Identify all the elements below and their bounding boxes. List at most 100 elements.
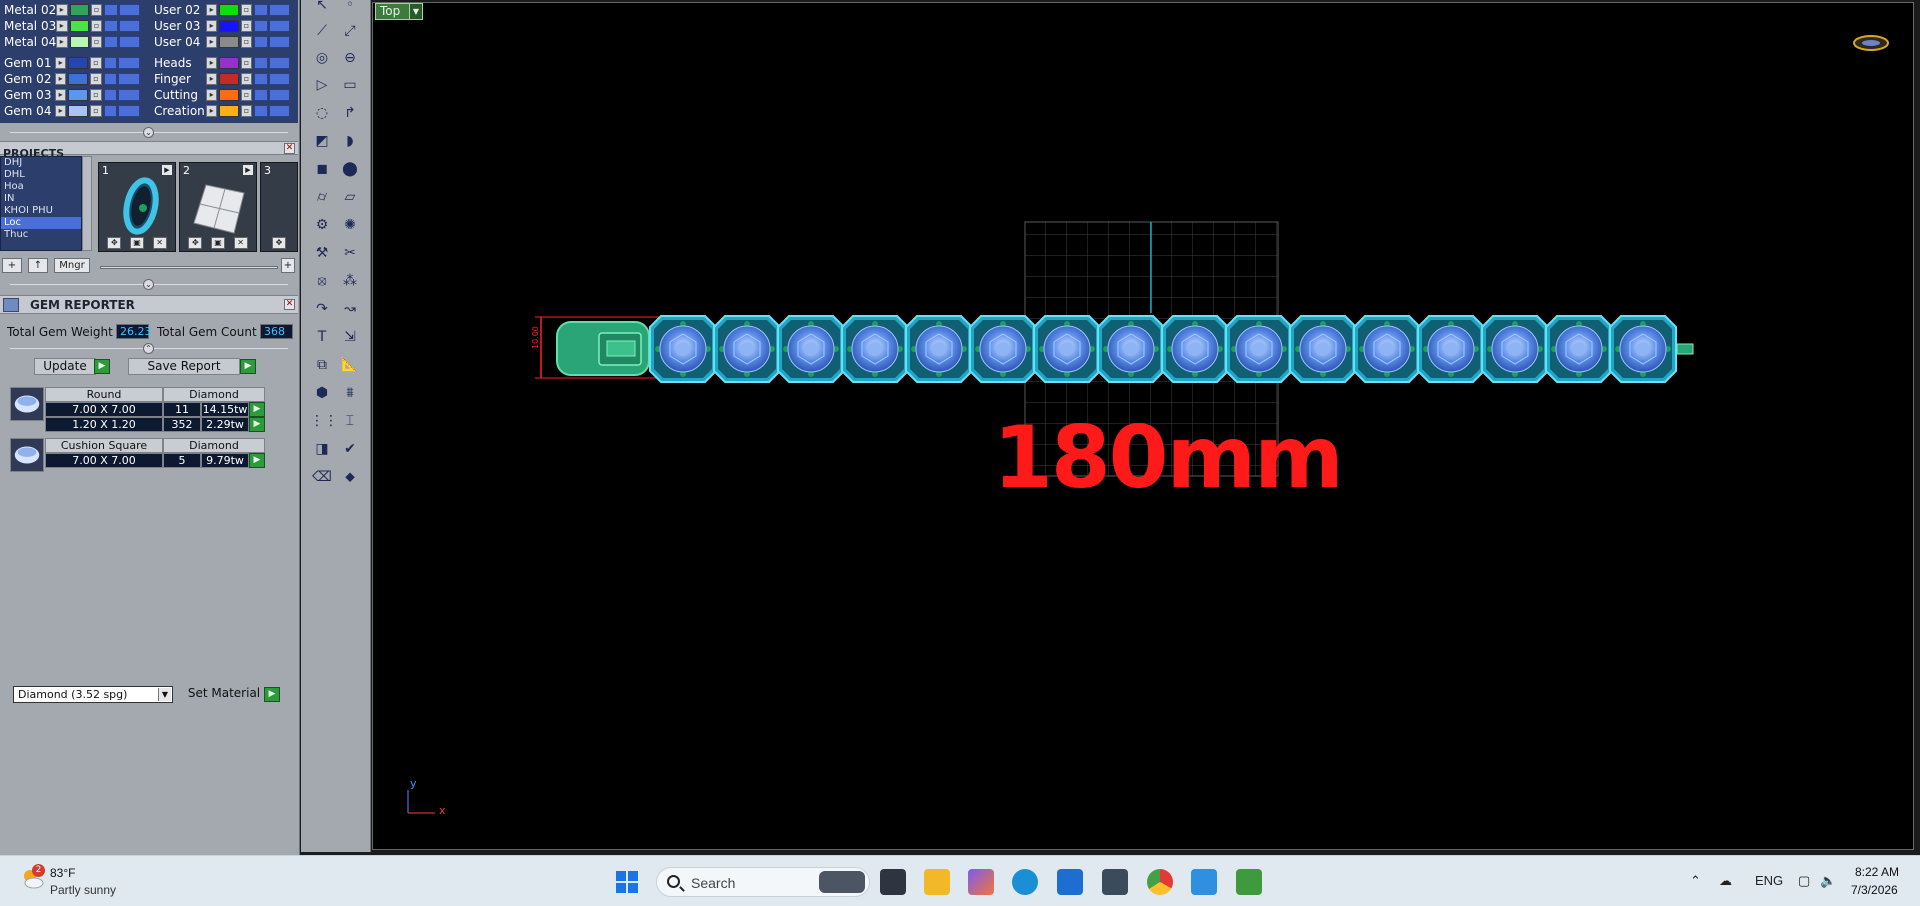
play-icon[interactable]: ▸ — [205, 3, 218, 16]
flow-icon[interactable]: ↝ — [338, 298, 362, 320]
layer-color-swatch[interactable] — [69, 19, 89, 32]
layer-row-gem-02[interactable]: Gem 02 ▸ ▫ — [0, 71, 140, 86]
text-icon[interactable]: T — [310, 326, 334, 348]
layer-visibility[interactable] — [268, 72, 290, 85]
play-icon[interactable]: ▸ — [205, 35, 218, 48]
layer-toggle[interactable] — [254, 19, 268, 32]
language-indicator[interactable]: ENG — [1755, 873, 1783, 888]
chevron-down-icon[interactable]: ⌄ — [143, 279, 154, 290]
layer-row-user-04[interactable]: User 04 ▸ ▫ — [150, 34, 290, 49]
project-item[interactable]: DHJ — [1, 157, 81, 169]
layer-visibility[interactable] — [268, 56, 290, 69]
chevron-down-icon[interactable]: ▼ — [158, 688, 171, 701]
photos-icon[interactable] — [1191, 869, 1217, 895]
layer-visibility[interactable] — [268, 19, 290, 32]
layer-color-swatch[interactable] — [68, 72, 89, 85]
panel-collapse-bar[interactable]: ⌄ — [0, 278, 298, 290]
gem-setting[interactable] — [1033, 315, 1101, 383]
lock-icon[interactable]: ▫ — [240, 3, 253, 16]
layer-row-user-03[interactable]: User 03 ▸ ▫ — [150, 18, 290, 33]
gem-setting[interactable] — [1289, 315, 1357, 383]
material-select[interactable]: Diamond (3.52 spg) ▼ — [13, 686, 173, 703]
project-item[interactable]: KHOI PHU — [1, 205, 81, 217]
layer-row-cutting[interactable]: Cutting ▸ ▫ — [150, 87, 290, 102]
layer-visibility[interactable] — [118, 104, 140, 117]
layer-row-heads[interactable]: Heads ▸ ▫ — [150, 55, 290, 70]
array-icon[interactable]: ⧉ — [310, 354, 334, 376]
layer-row-creation[interactable]: Creation ▸ ▫ — [150, 103, 290, 118]
move-icon[interactable]: ✥ — [188, 237, 203, 249]
view-name-button[interactable]: Top — [375, 3, 411, 20]
layer-visibility[interactable] — [268, 3, 290, 16]
play-icon[interactable]: ▸ — [56, 35, 68, 48]
point-icon[interactable]: ◦ — [338, 0, 362, 16]
play-icon[interactable]: ▸ — [54, 72, 67, 85]
box-icon[interactable]: ◼ — [310, 158, 334, 180]
set-material-button[interactable]: Set Material — [182, 686, 266, 703]
curve-icon[interactable]: ⤢ — [338, 20, 362, 42]
play-icon[interactable]: ▸ — [56, 3, 68, 16]
layer-color-swatch[interactable] — [219, 3, 239, 16]
zoom-in-button[interactable]: + — [281, 258, 295, 273]
cylinder-icon[interactable]: ⌭ — [310, 186, 334, 208]
gem-setting[interactable] — [1481, 315, 1549, 383]
delete-icon[interactable]: ✕ — [152, 237, 167, 249]
layer-row-metal-03[interactable]: Metal 03 ▸ ▫ — [0, 18, 141, 33]
layer-color-swatch[interactable] — [68, 56, 89, 69]
check-icon[interactable]: ✔ — [338, 438, 362, 460]
gem-setting[interactable] — [1417, 315, 1485, 383]
taskbar-search[interactable]: Search — [656, 867, 870, 897]
play-icon[interactable]: ▸ — [205, 56, 218, 69]
chevron-up-icon[interactable]: ⌃ — [1690, 873, 1701, 889]
play-icon[interactable]: ▸ — [205, 19, 218, 32]
play-icon[interactable]: ▸ — [56, 19, 68, 32]
play-icon[interactable]: ▸ — [54, 88, 67, 101]
save-icon[interactable]: ▣ — [210, 237, 225, 249]
layer-toggle[interactable] — [104, 19, 118, 32]
display-icon[interactable]: ▢ — [1798, 873, 1810, 889]
project-item[interactable]: IN — [1, 193, 81, 205]
save-report-button[interactable]: Save Report — [128, 358, 240, 375]
move-icon[interactable]: ✥ — [272, 237, 286, 249]
layer-color-swatch[interactable] — [219, 19, 239, 32]
bend-icon[interactable]: ↷ — [310, 298, 334, 320]
project-item-selected[interactable]: Loc — [1, 217, 81, 229]
layer-visibility[interactable] — [268, 35, 290, 48]
layer-visibility[interactable] — [268, 104, 290, 117]
play-icon[interactable]: ▶ — [162, 165, 172, 175]
layer-color-swatch[interactable] — [68, 88, 89, 101]
polyline-icon[interactable]: ⟋ — [310, 20, 334, 42]
layer-visibility[interactable] — [118, 35, 141, 48]
project-list-scrollbar[interactable] — [82, 156, 92, 251]
layer-toggle[interactable] — [254, 88, 268, 101]
project-item[interactable]: Hoa — [1, 181, 81, 193]
layer-visibility[interactable] — [118, 72, 140, 85]
layer-toggle[interactable] — [103, 72, 118, 85]
layer-toggle[interactable] — [254, 56, 268, 69]
align-icon[interactable]: ⌶ — [338, 410, 362, 432]
gear-icon[interactable]: ⚙ — [310, 214, 334, 236]
windows-start-icon[interactable] — [614, 869, 640, 895]
weather-condition[interactable]: Partly sunny — [50, 883, 116, 897]
plane-icon[interactable]: ▱ — [338, 186, 362, 208]
lock-icon[interactable]: ▫ — [240, 88, 253, 101]
lock-icon[interactable]: ▫ — [240, 19, 253, 32]
lock-icon[interactable]: ▫ — [240, 72, 253, 85]
lock-icon[interactable]: ▫ — [90, 104, 102, 117]
layer-visibility[interactable] — [118, 88, 140, 101]
gem-setting[interactable] — [1097, 315, 1165, 383]
layer-color-swatch[interactable] — [219, 88, 239, 101]
file-explorer-icon[interactable] — [924, 869, 950, 895]
lock-icon[interactable]: ▫ — [240, 104, 253, 117]
move-icon[interactable]: ✥ — [107, 237, 122, 249]
delete-icon[interactable]: ✕ — [233, 237, 248, 249]
layer-toggle[interactable] — [254, 72, 268, 85]
lock-icon[interactable]: ▫ — [90, 19, 103, 32]
layer-toggle[interactable] — [103, 88, 118, 101]
layer-color-swatch[interactable] — [219, 72, 239, 85]
microsoft-store-icon[interactable] — [1057, 869, 1083, 895]
layer-color-swatch[interactable] — [69, 3, 89, 16]
clock-date[interactable]: 7/3/2026 — [1851, 883, 1898, 897]
set-material-play-icon[interactable]: ▶ — [264, 687, 280, 702]
comb-icon[interactable]: ⩩ — [338, 382, 362, 404]
